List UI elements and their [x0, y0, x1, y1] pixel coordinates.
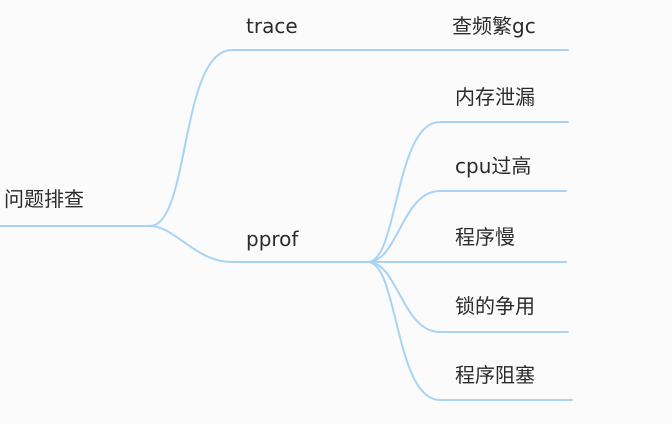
leaf-node-program-blocked[interactable]: 程序阻塞 [455, 363, 535, 387]
mindmap-connectors [0, 49, 573, 401]
leaf-node-memory-leak[interactable]: 内存泄漏 [455, 85, 535, 109]
leaf-node-lock-contention[interactable]: 锁的争用 [455, 294, 535, 318]
leaf-node-program-slow[interactable]: 程序慢 [455, 225, 515, 249]
leaf-node-cpu-high[interactable]: cpu过高 [455, 154, 531, 178]
branch-node-trace[interactable]: trace [246, 14, 298, 38]
leaf-node-frequent-gc[interactable]: 查频繁gc [452, 14, 536, 38]
edge-root-trace [149, 49, 366, 227]
mindmap-canvas: 问题排查 trace pprof 查频繁gc 内存泄漏 cpu过高 程序慢 锁的… [0, 0, 672, 420]
branch-node-pprof[interactable]: pprof [246, 227, 298, 251]
root-node[interactable]: 问题排查 [4, 187, 84, 211]
